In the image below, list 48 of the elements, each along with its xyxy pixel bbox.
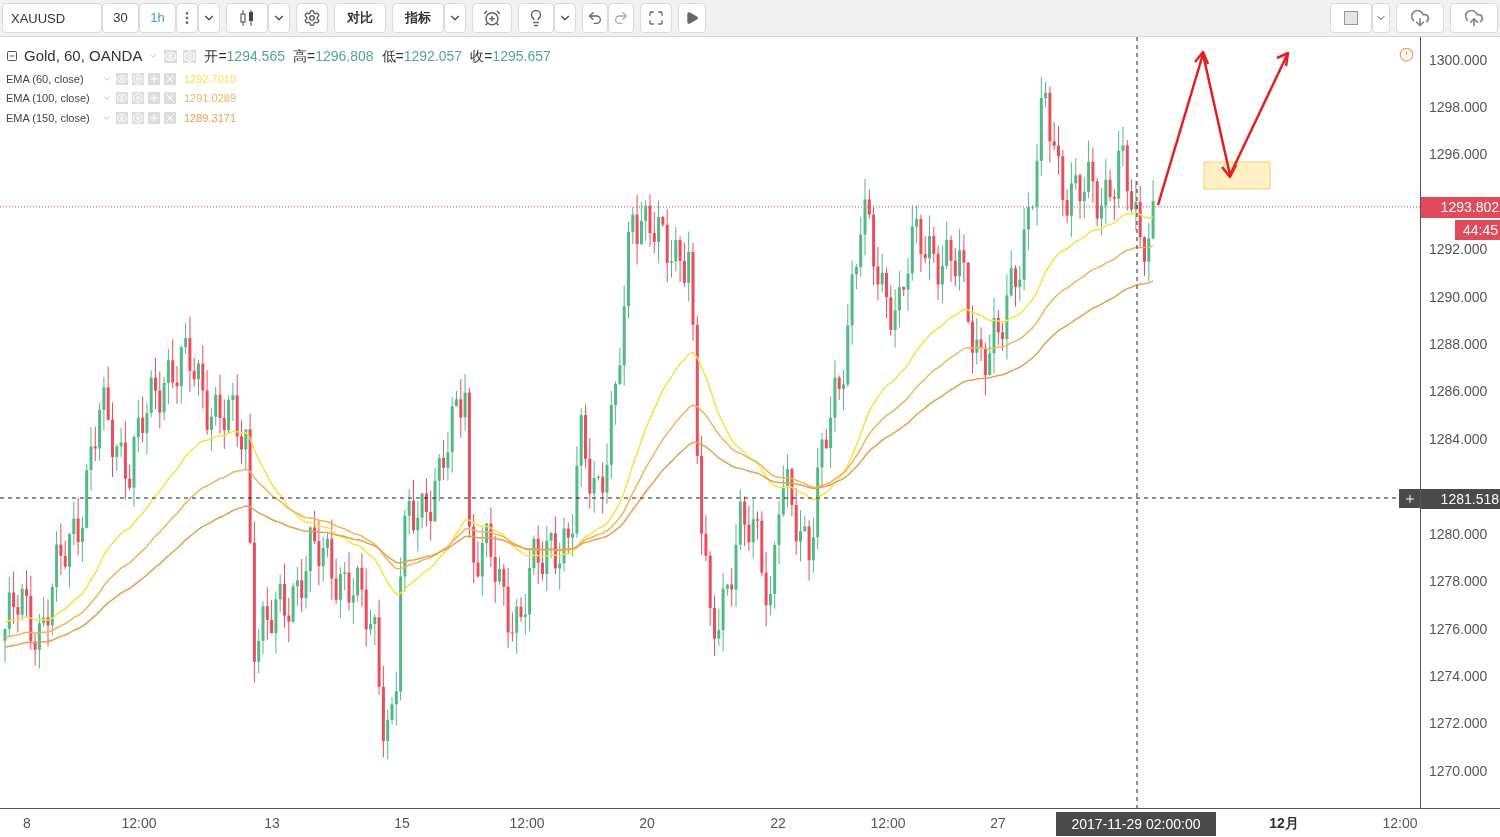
time-label: 20	[639, 816, 655, 830]
ohlc-value: 1295.657	[492, 46, 551, 66]
time-label: 12:00	[870, 816, 906, 830]
interval-button[interactable]: 30	[102, 3, 139, 33]
time-label: 27	[990, 816, 1006, 830]
time-label: 13	[264, 816, 280, 830]
last-price-tag: 1293.802	[1421, 197, 1500, 218]
ohlc-value: 1296.808	[315, 46, 374, 66]
compare-button[interactable]: 对比	[334, 3, 386, 33]
price-label: 1300.000	[1429, 53, 1488, 67]
price-label: 1296.000	[1429, 147, 1488, 161]
price-label: 1276.000	[1429, 622, 1488, 636]
price-label: 1288.000	[1429, 337, 1488, 351]
time-label: 22	[770, 816, 786, 830]
price-label: 1274.000	[1429, 669, 1488, 683]
time-label: 15	[394, 816, 410, 830]
price-label: 1278.000	[1429, 574, 1488, 588]
indicator-value: 1291.0289	[184, 91, 236, 106]
price-label: 1280.000	[1429, 527, 1488, 541]
ohlc-label: 开=	[204, 46, 227, 66]
ohlc-label: 高=	[293, 46, 316, 66]
symbol-field[interactable]: XAUUSD	[2, 3, 102, 33]
time-label: 12:00	[509, 816, 545, 830]
ohlc-value: 1292.057	[403, 46, 463, 66]
price-label: 1272.000	[1429, 716, 1488, 730]
indicator-name: EMA (150, close)	[6, 110, 91, 126]
legend-title: Gold, 60, OANDA	[24, 46, 143, 66]
time-label: 8	[23, 816, 31, 830]
ohlc-label: 收=	[470, 46, 493, 66]
indicator-value: 1289.3171	[184, 110, 236, 126]
price-label: 1284.000	[1429, 432, 1488, 446]
ohlc-label: 低=	[381, 46, 404, 66]
indicator-name: EMA (100, close)	[6, 91, 91, 106]
countdown-tag: 44:45	[1455, 220, 1500, 240]
price-label: 1286.000	[1429, 384, 1488, 398]
price-label: 1290.000	[1429, 290, 1488, 304]
indicators-button[interactable]: 指标	[392, 3, 444, 33]
price-label: 1270.000	[1429, 764, 1488, 778]
time-label: 12:00	[1382, 816, 1418, 830]
crosshair-time-tag: 2017-11-29 02:00:00	[1056, 812, 1216, 836]
indicator-value: 1292.7010	[184, 71, 236, 87]
indicator-name: EMA (60, close)	[6, 71, 85, 87]
ohlc-value: 1294.565	[226, 46, 285, 66]
crosshair-price-tag: 1281.518	[1421, 489, 1500, 509]
price-label: 1298.000	[1429, 100, 1488, 114]
time-label: 12:00	[121, 816, 157, 830]
price-label: 1292.000	[1429, 242, 1488, 256]
time-label: 12月	[1269, 816, 1299, 830]
